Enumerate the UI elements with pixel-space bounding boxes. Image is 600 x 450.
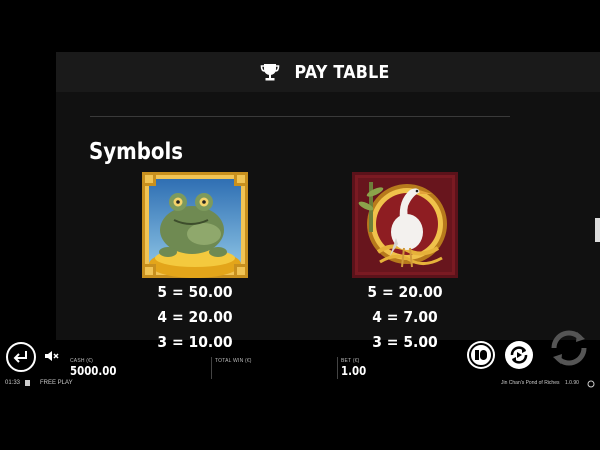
autoplay-button[interactable] bbox=[505, 341, 533, 369]
payout-row: 4 = 7.00 bbox=[372, 308, 438, 326]
payout-row: 5 = 50.00 bbox=[157, 283, 233, 301]
back-button[interactable] bbox=[6, 342, 36, 372]
top-bar bbox=[0, 0, 600, 52]
payout-row: 3 = 5.00 bbox=[372, 333, 438, 351]
game-name: Jin Chan's Pond of Riches bbox=[501, 380, 560, 386]
info-button[interactable] bbox=[467, 341, 495, 369]
toad-symbol-icon bbox=[142, 172, 248, 278]
section-title: Symbols bbox=[89, 139, 184, 165]
play-mode: FREE PLAY bbox=[40, 380, 73, 386]
scroll-tab[interactable] bbox=[595, 218, 600, 242]
paytable-content bbox=[56, 92, 600, 340]
bet-value[interactable]: 1.00 bbox=[341, 364, 366, 378]
return-icon bbox=[13, 351, 27, 363]
hud-divider bbox=[337, 357, 338, 379]
autoplay-icon bbox=[510, 346, 528, 364]
payout-row: 4 = 20.00 bbox=[157, 308, 233, 326]
cash-value: 5000.00 bbox=[70, 364, 117, 378]
hud-divider bbox=[211, 357, 212, 379]
refresh-icon[interactable] bbox=[587, 380, 595, 388]
paytable-header: PAY TABLE bbox=[56, 52, 600, 92]
clock: 01:33 bbox=[5, 380, 21, 386]
page-title: PAY TABLE bbox=[294, 61, 390, 83]
device-icon bbox=[25, 380, 30, 386]
total-win-label: TOTAL WIN (€) bbox=[215, 358, 252, 364]
version: 1.0.90 bbox=[565, 380, 579, 386]
trophy-icon bbox=[260, 64, 280, 81]
payout-row: 5 = 20.00 bbox=[367, 283, 443, 301]
spin-button[interactable] bbox=[548, 327, 590, 369]
mute-icon[interactable] bbox=[44, 349, 60, 363]
crane-symbol-icon bbox=[352, 172, 458, 278]
payout-row: 3 = 10.00 bbox=[157, 333, 233, 351]
coin-stack-icon bbox=[469, 343, 493, 367]
divider bbox=[90, 116, 510, 117]
